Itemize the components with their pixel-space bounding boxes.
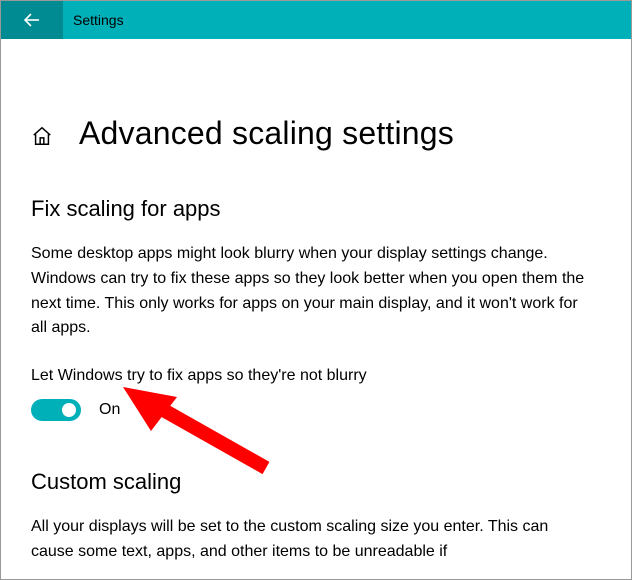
back-button[interactable] [1,1,63,39]
toggle-knob [62,403,76,417]
title-bar: Settings [1,1,631,39]
settings-window: Settings Advanced scaling settings Fix s… [0,0,632,580]
content-area: Advanced scaling settings Fix scaling fo… [1,39,631,565]
custom-scaling-description: All your displays will be set to the cus… [31,515,591,565]
custom-scaling-heading: Custom scaling [31,469,601,495]
home-icon[interactable] [31,125,53,147]
page-header: Advanced scaling settings [31,115,601,152]
fix-blurry-toggle[interactable] [31,399,81,421]
fix-blurry-toggle-label: Let Windows try to fix apps so they're n… [31,367,601,385]
page-title: Advanced scaling settings [79,115,454,152]
window-title: Settings [73,12,124,28]
fix-scaling-heading: Fix scaling for apps [31,196,601,222]
fix-scaling-description: Some desktop apps might look blurry when… [31,242,591,341]
arrow-left-icon [22,10,42,30]
fix-blurry-toggle-state: On [99,401,120,419]
fix-blurry-toggle-row: On [31,399,601,421]
